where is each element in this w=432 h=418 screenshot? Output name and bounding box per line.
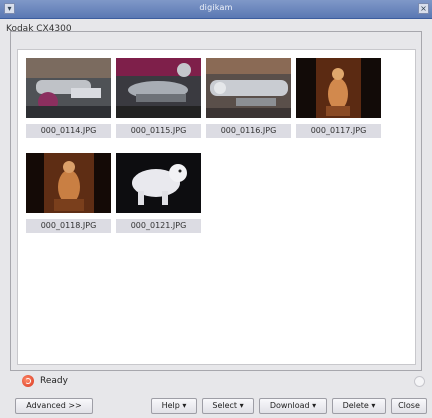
photo-thumbnail[interactable]: [206, 58, 291, 118]
thumbnail-item[interactable]: 000_0117.JPG: [296, 58, 381, 138]
status-bar: Ready: [22, 373, 68, 389]
photo-thumbnail[interactable]: [26, 58, 111, 118]
select-button[interactable]: Select ▾: [202, 398, 254, 414]
help-button[interactable]: Help ▾: [151, 398, 197, 414]
help-button-label: Help: [161, 401, 180, 410]
close-button[interactable]: Close: [391, 398, 427, 414]
download-button[interactable]: Download ▾: [259, 398, 327, 414]
photo-thumbnail[interactable]: [116, 58, 201, 118]
thumbnail-filename: 000_0115.JPG: [116, 124, 201, 138]
thumbnail-item[interactable]: 000_0118.JPG: [26, 153, 111, 233]
button-bar: Advanced >> Help ▾ Select ▾ Download ▾ D…: [0, 398, 432, 416]
thumbnail-item[interactable]: 000_0115.JPG: [116, 58, 201, 138]
delete-button-label: Delete: [342, 401, 369, 410]
select-button-label: Select: [212, 401, 238, 410]
thumbnail-item[interactable]: 000_0121.JPG: [116, 153, 201, 233]
camera-name-label: Kodak CX4300: [6, 24, 72, 34]
title-bar: ▾ digikam ×: [0, 0, 432, 19]
thumbnail-view[interactable]: 000_0114.JPG 000_0115.JPG 000_0116.JPG 0…: [17, 49, 416, 365]
photo-thumbnail[interactable]: [296, 58, 381, 118]
download-button-label: Download: [269, 401, 310, 410]
thumbnail-filename: 000_0121.JPG: [116, 219, 201, 233]
thumbnail-item[interactable]: 000_0116.JPG: [206, 58, 291, 138]
photo-thumbnail[interactable]: [116, 153, 201, 213]
photo-thumbnail[interactable]: [26, 153, 111, 213]
thumbnail-filename: 000_0116.JPG: [206, 124, 291, 138]
advanced-button[interactable]: Advanced >>: [15, 398, 93, 414]
thumbnail-filename: 000_0118.JPG: [26, 219, 111, 233]
thumbnail-filename: 000_0114.JPG: [26, 124, 111, 138]
window-close-icon[interactable]: ×: [418, 3, 429, 14]
delete-button[interactable]: Delete ▾: [332, 398, 386, 414]
busy-indicator-icon: [414, 376, 425, 387]
ready-status-icon: [22, 375, 34, 387]
thumbnail-filename: 000_0117.JPG: [296, 124, 381, 138]
status-text: Ready: [40, 376, 68, 386]
thumbnail-item[interactable]: 000_0114.JPG: [26, 58, 111, 138]
window-title: digikam: [199, 3, 233, 12]
